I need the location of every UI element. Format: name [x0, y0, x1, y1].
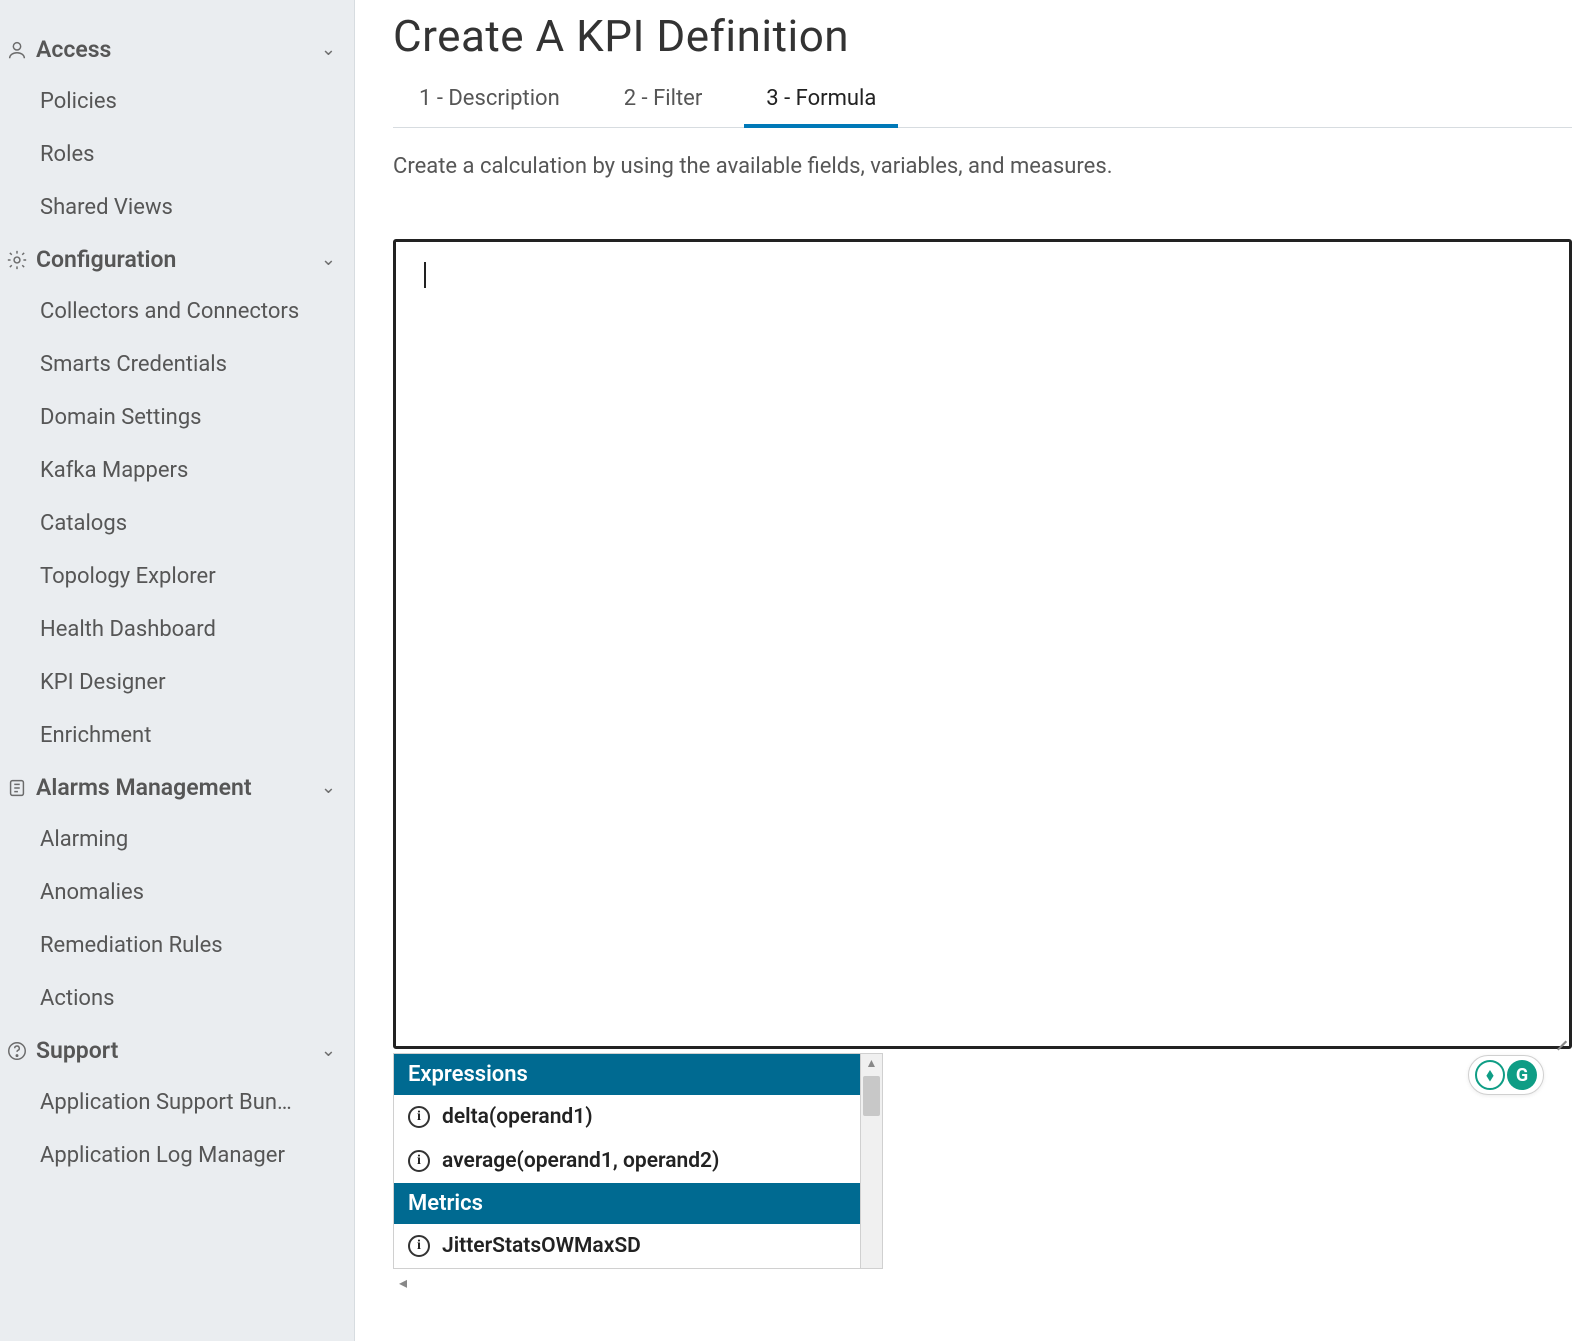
suggestion-label: delta(operand1)	[442, 1105, 593, 1129]
suggestion-label: JitterStatsOWMaxSD	[442, 1234, 641, 1258]
sidebar-section-label: Configuration	[36, 246, 321, 273]
sidebar-item-enrichment[interactable]: Enrichment	[0, 709, 354, 762]
lightbulb-icon: ⬧	[1475, 1060, 1505, 1090]
sidebar-item-smarts-credentials[interactable]: Smarts Credentials	[0, 338, 354, 391]
suggestion-label: average(operand1, operand2)	[442, 1149, 719, 1173]
sidebar-item-policies[interactable]: Policies	[0, 75, 354, 128]
sidebar-section-access[interactable]: Access ⌄	[0, 24, 354, 75]
sidebar-section-label: Alarms Management	[36, 774, 321, 801]
user-icon	[2, 39, 32, 61]
sidebar-item-remediation-rules[interactable]: Remediation Rules	[0, 919, 354, 972]
sidebar-item-kafka-mappers[interactable]: Kafka Mappers	[0, 444, 354, 497]
sidebar-item-shared-views[interactable]: Shared Views	[0, 181, 354, 234]
suggestion-scrollbar[interactable]: ▲	[861, 1053, 883, 1269]
chevron-down-icon: ⌄	[321, 777, 336, 798]
sidebar-item-support-bundle[interactable]: Application Support Bun…	[0, 1076, 354, 1129]
grammarly-icon: G	[1507, 1060, 1537, 1090]
sidebar-section-label: Support	[36, 1037, 321, 1064]
sidebar-section-configuration[interactable]: Configuration ⌄	[0, 234, 354, 285]
sidebar-section-label: Access	[36, 36, 321, 63]
resize-handle-icon[interactable]	[1551, 1028, 1567, 1044]
tab-filter[interactable]: 2 - Filter	[620, 80, 707, 127]
formula-editor[interactable]	[393, 239, 1572, 1049]
sidebar-item-anomalies[interactable]: Anomalies	[0, 866, 354, 919]
suggestion-group-expressions: Expressions	[394, 1054, 860, 1095]
gear-icon	[2, 249, 32, 271]
chevron-down-icon: ⌄	[321, 39, 336, 60]
suggestion-item[interactable]: i delta(operand1)	[394, 1095, 860, 1139]
text-cursor	[424, 262, 426, 288]
sidebar-item-kpi-designer[interactable]: KPI Designer	[0, 656, 354, 709]
sidebar-item-alarming[interactable]: Alarming	[0, 813, 354, 866]
tab-description[interactable]: 1 - Description	[415, 80, 564, 127]
sidebar-item-health-dashboard[interactable]: Health Dashboard	[0, 603, 354, 656]
sidebar: Access ⌄ Policies Roles Shared Views Con…	[0, 0, 355, 1341]
sidebar-item-collectors-connectors[interactable]: Collectors and Connectors	[0, 285, 354, 338]
sidebar-item-roles[interactable]: Roles	[0, 128, 354, 181]
page-title: Create A KPI Definition	[393, 10, 1572, 62]
alarm-icon	[2, 777, 32, 799]
scroll-up-icon: ▲	[861, 1056, 882, 1070]
scroll-left-icon[interactable]: ◂	[393, 1273, 1572, 1292]
info-icon: i	[408, 1106, 430, 1128]
sidebar-section-alarms[interactable]: Alarms Management ⌄	[0, 762, 354, 813]
chevron-down-icon: ⌄	[321, 249, 336, 270]
sidebar-section-support[interactable]: Support ⌄	[0, 1025, 354, 1076]
info-icon: i	[408, 1235, 430, 1257]
chevron-down-icon: ⌄	[321, 1040, 336, 1061]
suggestion-item[interactable]: i JitterStatsOWMaxSD	[394, 1224, 860, 1268]
tab-formula[interactable]: 3 - Formula	[762, 80, 880, 127]
scroll-thumb[interactable]	[863, 1076, 880, 1116]
sidebar-item-topology-explorer[interactable]: Topology Explorer	[0, 550, 354, 603]
help-icon	[2, 1040, 32, 1062]
suggestion-item[interactable]: i average(operand1, operand2)	[394, 1139, 860, 1183]
assistant-pill[interactable]: ⬧ G	[1468, 1055, 1544, 1095]
instruction-text: Create a calculation by using the availa…	[393, 154, 1572, 179]
sidebar-item-catalogs[interactable]: Catalogs	[0, 497, 354, 550]
info-icon: i	[408, 1150, 430, 1172]
suggestion-panel: Expressions i delta(operand1) i average(…	[393, 1053, 883, 1269]
sidebar-item-domain-settings[interactable]: Domain Settings	[0, 391, 354, 444]
sidebar-item-log-manager[interactable]: Application Log Manager	[0, 1129, 354, 1182]
wizard-tabs: 1 - Description 2 - Filter 3 - Formula	[393, 80, 1572, 128]
suggestion-group-metrics: Metrics	[394, 1183, 860, 1224]
sidebar-item-actions[interactable]: Actions	[0, 972, 354, 1025]
main-content: Create A KPI Definition 1 - Description …	[355, 0, 1592, 1341]
